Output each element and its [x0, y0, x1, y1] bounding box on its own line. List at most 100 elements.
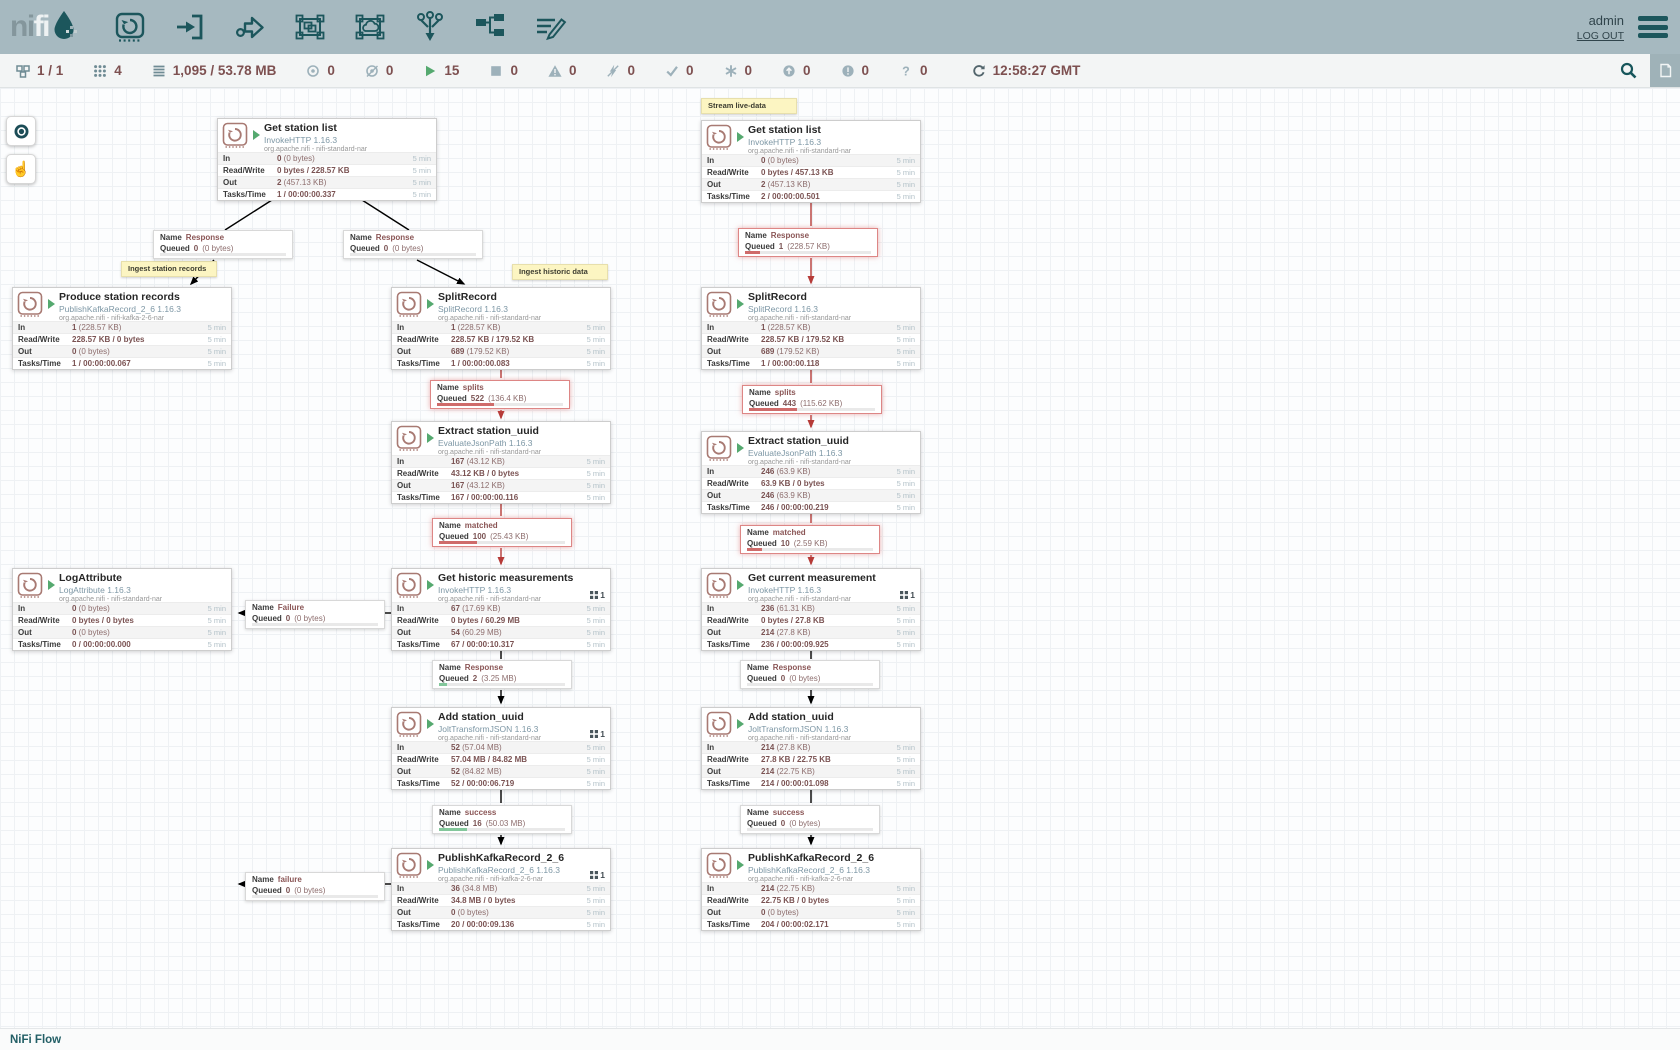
- template-toolbar-button[interactable]: [473, 9, 509, 45]
- cluster-icon: [16, 64, 30, 78]
- processor-title: LogAttribute: [59, 572, 227, 584]
- canvas-label-ingest-station-records[interactable]: Ingest station records: [121, 261, 217, 277]
- connection-label-matched[interactable]: NamematchedQueued100(25.43 KB): [432, 518, 572, 547]
- status-cluster: 1 / 1: [16, 63, 63, 78]
- splitrecord-processor[interactable]: SplitRecordSplitRecord 1.16.3org.apache.…: [391, 287, 611, 370]
- processor-type-icon: [396, 572, 422, 598]
- processor-bundle: org.apache.nifi - nifi-standard-nar: [438, 735, 606, 742]
- get-station-list-processor[interactable]: Get station listInvokeHTTP 1.16.3org.apa…: [217, 118, 437, 201]
- remote-process-group-toolbar-button[interactable]: [353, 9, 389, 45]
- stat-row-read-write: Read/Write0 bytes / 0 bytes5 min: [13, 614, 231, 626]
- connection-name-label: Name: [747, 528, 769, 537]
- connection-queued-label: Queued: [439, 674, 469, 683]
- connection-name-value: matched: [773, 528, 806, 537]
- status-running-count: 15: [444, 63, 459, 78]
- processor-bundle: org.apache.nifi - nifi-standard-nar: [748, 596, 916, 603]
- queue-progress-bar: [439, 683, 565, 686]
- publishkafkarecord-2-6-processor[interactable]: PublishKafkaRecord_2_6PublishKafkaRecord…: [701, 848, 921, 931]
- processor-title: SplitRecord: [748, 291, 916, 303]
- connection-label-response[interactable]: NameResponseQueued1(228.57 KB): [738, 228, 878, 257]
- get-station-list-processor[interactable]: Get station listInvokeHTTP 1.16.3org.apa…: [701, 120, 921, 203]
- status-locally-modified: 0: [724, 63, 753, 78]
- processor-type-icon: [396, 425, 422, 451]
- current-user: admin: [1577, 13, 1624, 28]
- connection-queued-size: (50.03 MB): [486, 819, 526, 828]
- canvas-label-stream-live-data[interactable]: Stream live-data: [701, 98, 797, 114]
- processor-header: Produce station recordsPublishKafkaRecor…: [13, 288, 231, 321]
- connection-label-success[interactable]: NamesuccessQueued0(0 bytes): [740, 805, 880, 834]
- processor-type: InvokeHTTP 1.16.3: [264, 135, 432, 145]
- processor-header: PublishKafkaRecord_2_6PublishKafkaRecord…: [392, 849, 610, 882]
- produce-station-records-processor[interactable]: Produce station recordsPublishKafkaRecor…: [12, 287, 232, 370]
- running-status-icon: [253, 130, 260, 140]
- status-locally-modified-count: 0: [745, 63, 753, 78]
- connection-queued-size: (136.4 KB): [488, 394, 526, 403]
- process-group-toolbar-button[interactable]: [293, 9, 329, 45]
- extract-station-uuid-processor[interactable]: Extract station_uuidEvaluateJsonPath 1.1…: [391, 421, 611, 504]
- connection-queued-count: 0: [194, 244, 198, 253]
- stat-row-out: Out0 (0 bytes)5 min: [702, 906, 920, 918]
- queue-progress-bar: [745, 251, 871, 254]
- panel-toggle-button[interactable]: [1650, 54, 1680, 87]
- refresh-block[interactable]: 12:58:27 GMT: [972, 63, 1081, 78]
- active-threads-icon: [590, 871, 598, 879]
- connection-name-label: Name: [252, 875, 274, 884]
- last-refreshed-time: 12:58:27 GMT: [993, 63, 1081, 78]
- breadcrumb-root[interactable]: NiFi Flow: [10, 1034, 61, 1046]
- flow-canvas[interactable]: ☝ Stream live-data Ingest station records…: [0, 88, 1680, 1028]
- status-locally-modified-stale-count: 0: [862, 63, 870, 78]
- extract-station-uuid-processor[interactable]: Extract station_uuidEvaluateJsonPath 1.1…: [701, 431, 921, 514]
- connection-queued-label: Queued: [747, 539, 777, 548]
- canvas-label-ingest-historic-data[interactable]: Ingest historic data: [512, 264, 608, 280]
- connection-label-failure[interactable]: NameFailureQueued0(0 bytes): [245, 600, 385, 629]
- outline-button[interactable]: [6, 116, 36, 146]
- funnel-toolbar-button[interactable]: [413, 9, 449, 45]
- connection-label-response[interactable]: NameResponseQueued0(0 bytes): [153, 230, 293, 259]
- connection-label-success[interactable]: NamesuccessQueued16(50.03 MB): [432, 805, 572, 834]
- running-status-icon: [737, 443, 744, 453]
- pan-button[interactable]: ☝: [6, 154, 36, 184]
- active-threads-icon: [590, 730, 598, 738]
- processor-title: PublishKafkaRecord_2_6: [748, 852, 916, 864]
- output-port-toolbar-button[interactable]: [233, 9, 269, 45]
- global-menu-button[interactable]: [1638, 14, 1668, 40]
- get-current-measurement-processor[interactable]: Get current measurementInvokeHTTP 1.16.3…: [701, 568, 921, 651]
- processor-type-icon: [706, 852, 732, 878]
- processor-type: PublishKafkaRecord_2_6 1.16.3: [59, 304, 227, 314]
- stat-row-tasks-time: Tasks/Time1 / 00:00:00.1185 min: [702, 357, 920, 369]
- stat-row-out: Out167 (43.12 KB)5 min: [392, 479, 610, 491]
- processor-icon: [113, 10, 147, 44]
- splitrecord-processor[interactable]: SplitRecordSplitRecord 1.16.3org.apache.…: [701, 287, 921, 370]
- connection-label-response[interactable]: NameResponseQueued2(3.25 MB): [432, 660, 572, 689]
- connection-label-failure[interactable]: NamefailureQueued0(0 bytes): [245, 872, 385, 901]
- processor-type: EvaluateJsonPath 1.16.3: [748, 448, 916, 458]
- processor-toolbar-button[interactable]: [113, 9, 149, 45]
- status-running: 15: [423, 63, 459, 78]
- input-port-toolbar-button[interactable]: [173, 9, 209, 45]
- stat-row-in: In0 (0 bytes)5 min: [218, 152, 436, 164]
- get-historic-measurements-processor[interactable]: Get historic measurementsInvokeHTTP 1.16…: [391, 568, 611, 651]
- publishkafkarecord-2-6-processor[interactable]: PublishKafkaRecord_2_6PublishKafkaRecord…: [391, 848, 611, 931]
- processor-type-icon: [706, 711, 732, 737]
- logattribute-processor[interactable]: LogAttributeLogAttribute 1.16.3org.apach…: [12, 568, 232, 651]
- connection-label-splits[interactable]: NamesplitsQueued522(136.4 KB): [430, 380, 570, 409]
- connection-queued-size: (0 bytes): [789, 674, 820, 683]
- processor-bundle: org.apache.nifi - nifi-standard-nar: [438, 449, 606, 456]
- connection-label-splits[interactable]: NamesplitsQueued443(115.62 KB): [742, 385, 882, 414]
- processor-type-icon: [17, 572, 43, 598]
- processor-bundle: org.apache.nifi - nifi-standard-nar: [438, 596, 606, 603]
- stopped-icon: [489, 64, 503, 78]
- connection-label-response[interactable]: NameResponseQueued0(0 bytes): [740, 660, 880, 689]
- label-toolbar-button[interactable]: [533, 9, 569, 45]
- add-station-uuid-processor[interactable]: Add station_uuidJoltTransformJSON 1.16.3…: [391, 707, 611, 790]
- stat-row-in: In214 (22.75 KB)5 min: [702, 882, 920, 894]
- connection-name-label: Name: [439, 521, 461, 530]
- add-station-uuid-processor[interactable]: Add station_uuidJoltTransformJSON 1.16.3…: [701, 707, 921, 790]
- search-button[interactable]: [1606, 54, 1650, 87]
- threads-icon: [93, 64, 107, 78]
- processor-type-icon: [396, 852, 422, 878]
- connection-label-matched[interactable]: NamematchedQueued10(2.59 KB): [740, 525, 880, 554]
- connection-name-label: Name: [749, 388, 771, 397]
- connection-label-response[interactable]: NameResponseQueued0(0 bytes): [343, 230, 483, 259]
- logout-link[interactable]: LOG OUT: [1577, 30, 1624, 42]
